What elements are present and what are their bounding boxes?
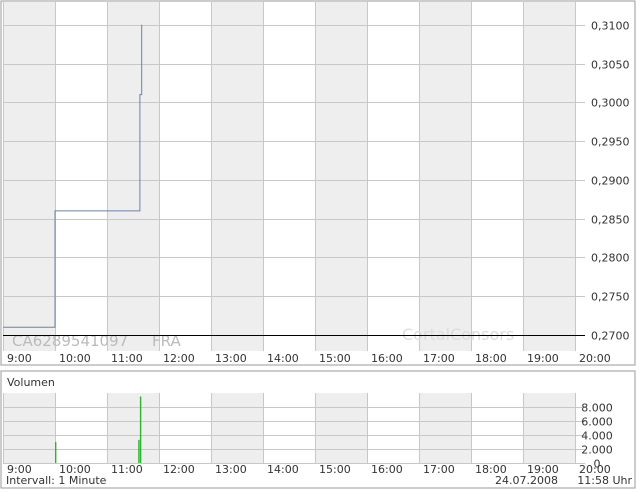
price-y-tick: 0,2800 [591, 252, 630, 265]
volume-x-tick: 11:00 [111, 463, 143, 476]
price-panel: CA6289541097 FRA CortalConsors 0,31000,3… [0, 0, 636, 366]
price-x-tick: 19:00 [527, 352, 559, 365]
volume-bar [138, 439, 140, 463]
price-x-tick: 13:00 [215, 352, 247, 365]
volume-panel: Volumen 8.0006.0004.0002.0000 9:00 10:00 1… [0, 370, 636, 489]
price-y-tick: 0,2750 [591, 291, 630, 304]
volume-y-tick: 2.000 [581, 444, 613, 457]
price-x-tick: 20:00 [579, 352, 611, 365]
broker-logo-watermark: CortalConsors [402, 325, 514, 344]
price-y-tick: 0,3050 [591, 59, 630, 72]
price-x-tick: 9:00 [7, 352, 32, 365]
time-label: 11:58 Uhr [577, 474, 632, 487]
price-y-tick: 0,3000 [591, 97, 630, 110]
volume-bar [139, 396, 142, 463]
price-shade-band [3, 2, 55, 351]
volume-y-tick: 6.000 [581, 416, 613, 429]
price-y-tick: 0,2700 [591, 330, 630, 343]
price-x-tick: 18:00 [475, 352, 507, 365]
volume-shade-band [315, 393, 367, 463]
price-x-tick: 15:00 [319, 352, 351, 365]
price-x-tick: 14:00 [267, 352, 299, 365]
volume-x-tick: 15:00 [319, 463, 351, 476]
chart-stage: CA6289541097 FRA CortalConsors 0,31000,3… [0, 0, 636, 489]
price-x-tick: 17:00 [423, 352, 455, 365]
volume-shade-band [3, 393, 55, 463]
price-y-tick: 0,2900 [591, 175, 630, 188]
price-shade-band [315, 2, 367, 351]
price-x-tick: 16:00 [371, 352, 403, 365]
price-y-tick-labels: 0,3100 0,3050 0,3000 0,2950 0,2900 0,2850 0,28… [591, 20, 630, 343]
price-x-tick: 10:00 [59, 352, 91, 365]
price-shade-band [419, 2, 471, 351]
instrument-watermark: CA6289541097 [12, 332, 128, 350]
volume-x-tick: 17:00 [423, 463, 455, 476]
price-x-tick: 12:00 [163, 352, 195, 365]
volume-shade-band [211, 393, 263, 463]
volume-x-tick: 16:00 [371, 463, 403, 476]
price-shade-band [523, 2, 575, 351]
volume-shade-band [107, 393, 159, 463]
volume-shade-band [419, 393, 471, 463]
exchange-watermark: FRA [152, 332, 181, 350]
volume-x-tick: 13:00 [215, 463, 247, 476]
price-y-tick: 0,3100 [591, 20, 630, 33]
volume-y-tick: 4.000 [581, 430, 613, 443]
price-y-tick: 0,2850 [591, 214, 630, 227]
price-shade-band [107, 2, 159, 351]
volume-y-tick: 8.000 [581, 402, 613, 415]
price-x-tick: 11:00 [111, 352, 143, 365]
volume-title: Volumen [7, 376, 55, 389]
price-y-tick: 0,2950 [591, 136, 630, 149]
price-shade-band [211, 2, 263, 351]
volume-x-tick: 14:00 [267, 463, 299, 476]
volume-x-tick: 12:00 [163, 463, 195, 476]
volume-bar [55, 442, 57, 463]
interval-label: Intervall: 1 Minute [6, 474, 107, 487]
date-label: 24.07.2008 [495, 474, 558, 487]
volume-shade-band [523, 393, 575, 463]
